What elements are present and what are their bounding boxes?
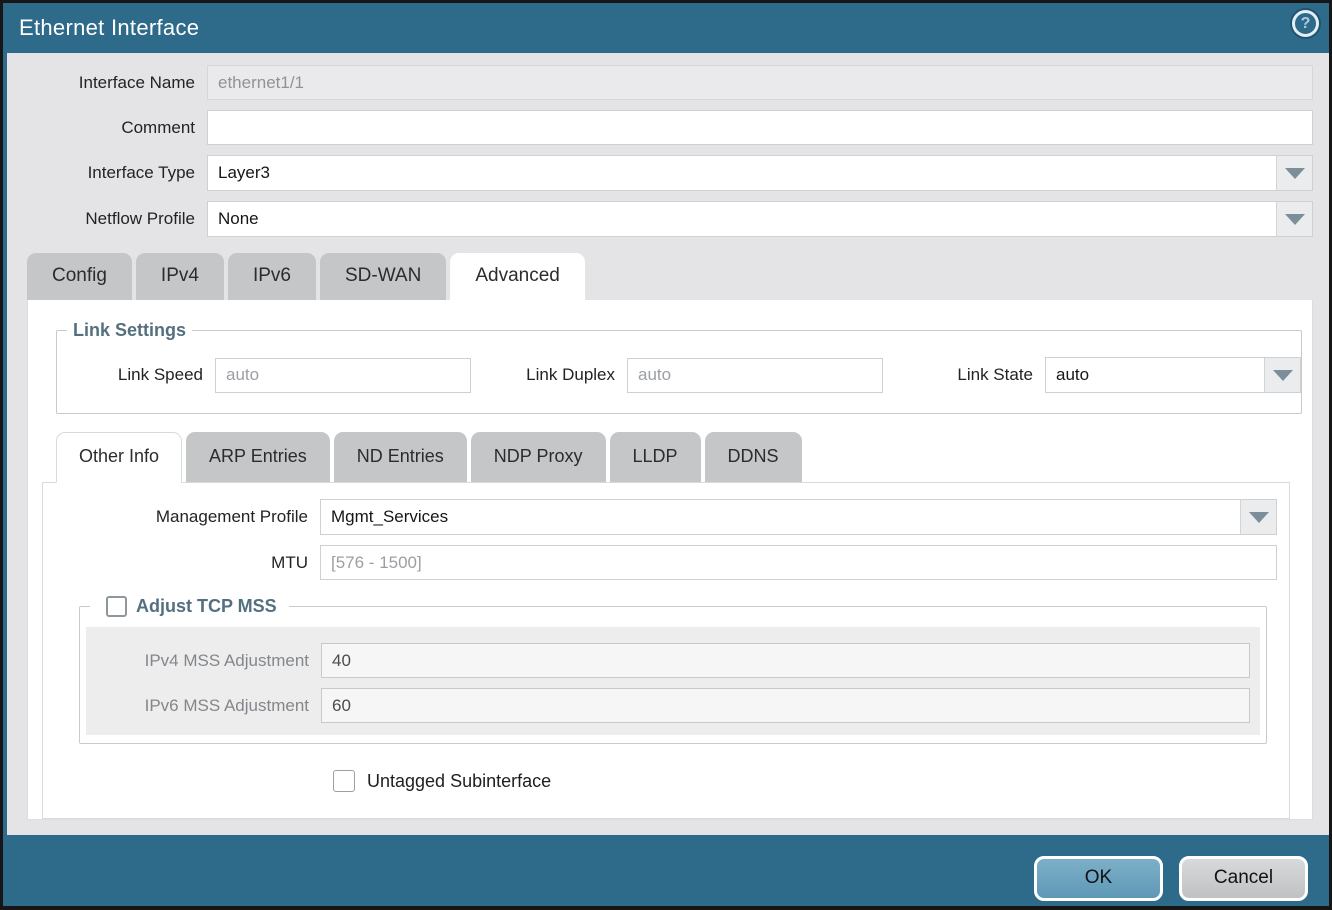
link-state-label: Link State	[945, 365, 1045, 385]
netflow-profile-dropdown[interactable]: None	[207, 201, 1313, 237]
tab-advanced[interactable]: Advanced	[450, 253, 585, 300]
link-state-dropdown-button[interactable]	[1264, 358, 1300, 392]
link-state-dropdown[interactable]: auto	[1045, 357, 1301, 393]
advanced-tab-panel: Link Settings Link Speed Link Duplex Lin…	[27, 300, 1313, 820]
sub-tab-bar: Other Info ARP Entries ND Entries NDP Pr…	[42, 432, 1298, 482]
screenshot-frame: Ethernet Interface ? Interface Name Comm…	[0, 0, 1332, 910]
interface-type-row: Interface Type Layer3	[7, 155, 1313, 191]
tab-ipv6[interactable]: IPv6	[228, 253, 316, 300]
netflow-dropdown-button[interactable]	[1276, 202, 1312, 236]
netflow-profile-label: Netflow Profile	[7, 209, 207, 229]
tab-arp-entries[interactable]: ARP Entries	[186, 432, 330, 482]
ipv6-mss-field	[321, 688, 1250, 723]
untagged-subinterface-label: Untagged Subinterface	[367, 771, 551, 792]
chevron-down-icon	[1285, 168, 1305, 179]
ipv4-mss-field	[321, 643, 1250, 678]
mtu-field[interactable]	[320, 545, 1277, 580]
link-duplex-label: Link Duplex	[517, 365, 627, 385]
tab-nd-entries[interactable]: ND Entries	[334, 432, 467, 482]
tab-sdwan[interactable]: SD-WAN	[320, 253, 446, 300]
interface-name-field	[207, 65, 1313, 100]
ipv6-mss-label: IPv6 MSS Adjustment	[96, 696, 321, 716]
tab-ipv4[interactable]: IPv4	[136, 253, 224, 300]
chevron-down-icon	[1249, 512, 1269, 523]
netflow-profile-row: Netflow Profile None	[7, 201, 1313, 237]
adjust-tcp-mss-label: Adjust TCP MSS	[136, 596, 277, 617]
interface-type-dropdown-button[interactable]	[1276, 156, 1312, 190]
link-speed-label: Link Speed	[85, 365, 215, 385]
tab-other-info[interactable]: Other Info	[56, 432, 182, 483]
management-profile-value: Mgmt_Services	[321, 500, 1240, 534]
untagged-subinterface-row: Untagged Subinterface	[333, 770, 1277, 792]
management-profile-label: Management Profile	[55, 507, 320, 527]
tab-config[interactable]: Config	[27, 253, 132, 300]
link-duplex-group: Link Duplex	[517, 358, 883, 393]
tab-lldp[interactable]: LLDP	[610, 432, 701, 482]
mss-disabled-box: IPv4 MSS Adjustment IPv6 MSS Adjustment	[86, 627, 1260, 735]
other-info-panel: Management Profile Mgmt_Services MTU Adj…	[42, 482, 1290, 819]
ok-button[interactable]: OK	[1034, 856, 1163, 901]
interface-type-value: Layer3	[208, 156, 1276, 190]
chevron-down-icon	[1285, 214, 1305, 225]
ethernet-interface-dialog: Ethernet Interface ? Interface Name Comm…	[3, 3, 1329, 906]
mtu-row: MTU	[55, 545, 1277, 580]
comment-label: Comment	[7, 118, 207, 138]
comment-field[interactable]	[207, 110, 1313, 145]
link-state-value: auto	[1046, 358, 1264, 392]
tab-ddns[interactable]: DDNS	[705, 432, 802, 482]
mtu-label: MTU	[55, 553, 320, 573]
ipv4-mss-label: IPv4 MSS Adjustment	[96, 651, 321, 671]
adjust-tcp-mss-checkbox[interactable]	[106, 596, 127, 617]
help-circle-icon[interactable]: ?	[1292, 10, 1319, 37]
top-form: Interface Name Comment Interface Type La…	[7, 53, 1329, 249]
tab-ndp-proxy[interactable]: NDP Proxy	[471, 432, 606, 482]
link-speed-group: Link Speed	[85, 358, 471, 393]
link-speed-field[interactable]	[215, 358, 471, 393]
link-settings-row: Link Speed Link Duplex Link State auto	[57, 357, 1301, 393]
netflow-profile-value: None	[208, 202, 1276, 236]
interface-type-label: Interface Type	[7, 163, 207, 183]
dialog-footer: OK Cancel	[7, 835, 1329, 906]
management-profile-dropdown[interactable]: Mgmt_Services	[320, 499, 1277, 535]
link-state-group: Link State auto	[945, 357, 1301, 393]
comment-row: Comment	[7, 110, 1313, 145]
management-profile-row: Management Profile Mgmt_Services	[55, 499, 1277, 535]
dialog-titlebar: Ethernet Interface ?	[7, 3, 1329, 53]
interface-name-row: Interface Name	[7, 65, 1313, 100]
adjust-tcp-mss-legend-wrap: Adjust TCP MSS	[90, 596, 289, 617]
link-settings-legend: Link Settings	[67, 320, 192, 341]
link-settings-fieldset: Link Settings Link Speed Link Duplex Lin…	[56, 320, 1302, 414]
link-duplex-field[interactable]	[627, 358, 883, 393]
interface-type-dropdown[interactable]: Layer3	[207, 155, 1313, 191]
main-tab-bar: Config IPv4 IPv6 SD-WAN Advanced	[7, 253, 1329, 300]
untagged-subinterface-checkbox[interactable]	[333, 770, 355, 792]
adjust-tcp-mss-fieldset: Adjust TCP MSS IPv4 MSS Adjustment IPv6 …	[79, 596, 1267, 744]
dialog-title: Ethernet Interface	[19, 15, 199, 41]
interface-name-label: Interface Name	[7, 73, 207, 93]
cancel-button[interactable]: Cancel	[1179, 856, 1308, 901]
ipv4-mss-row: IPv4 MSS Adjustment	[96, 643, 1250, 678]
ipv6-mss-row: IPv6 MSS Adjustment	[96, 688, 1250, 723]
chevron-down-icon	[1273, 370, 1293, 381]
management-profile-dropdown-button[interactable]	[1240, 500, 1276, 534]
